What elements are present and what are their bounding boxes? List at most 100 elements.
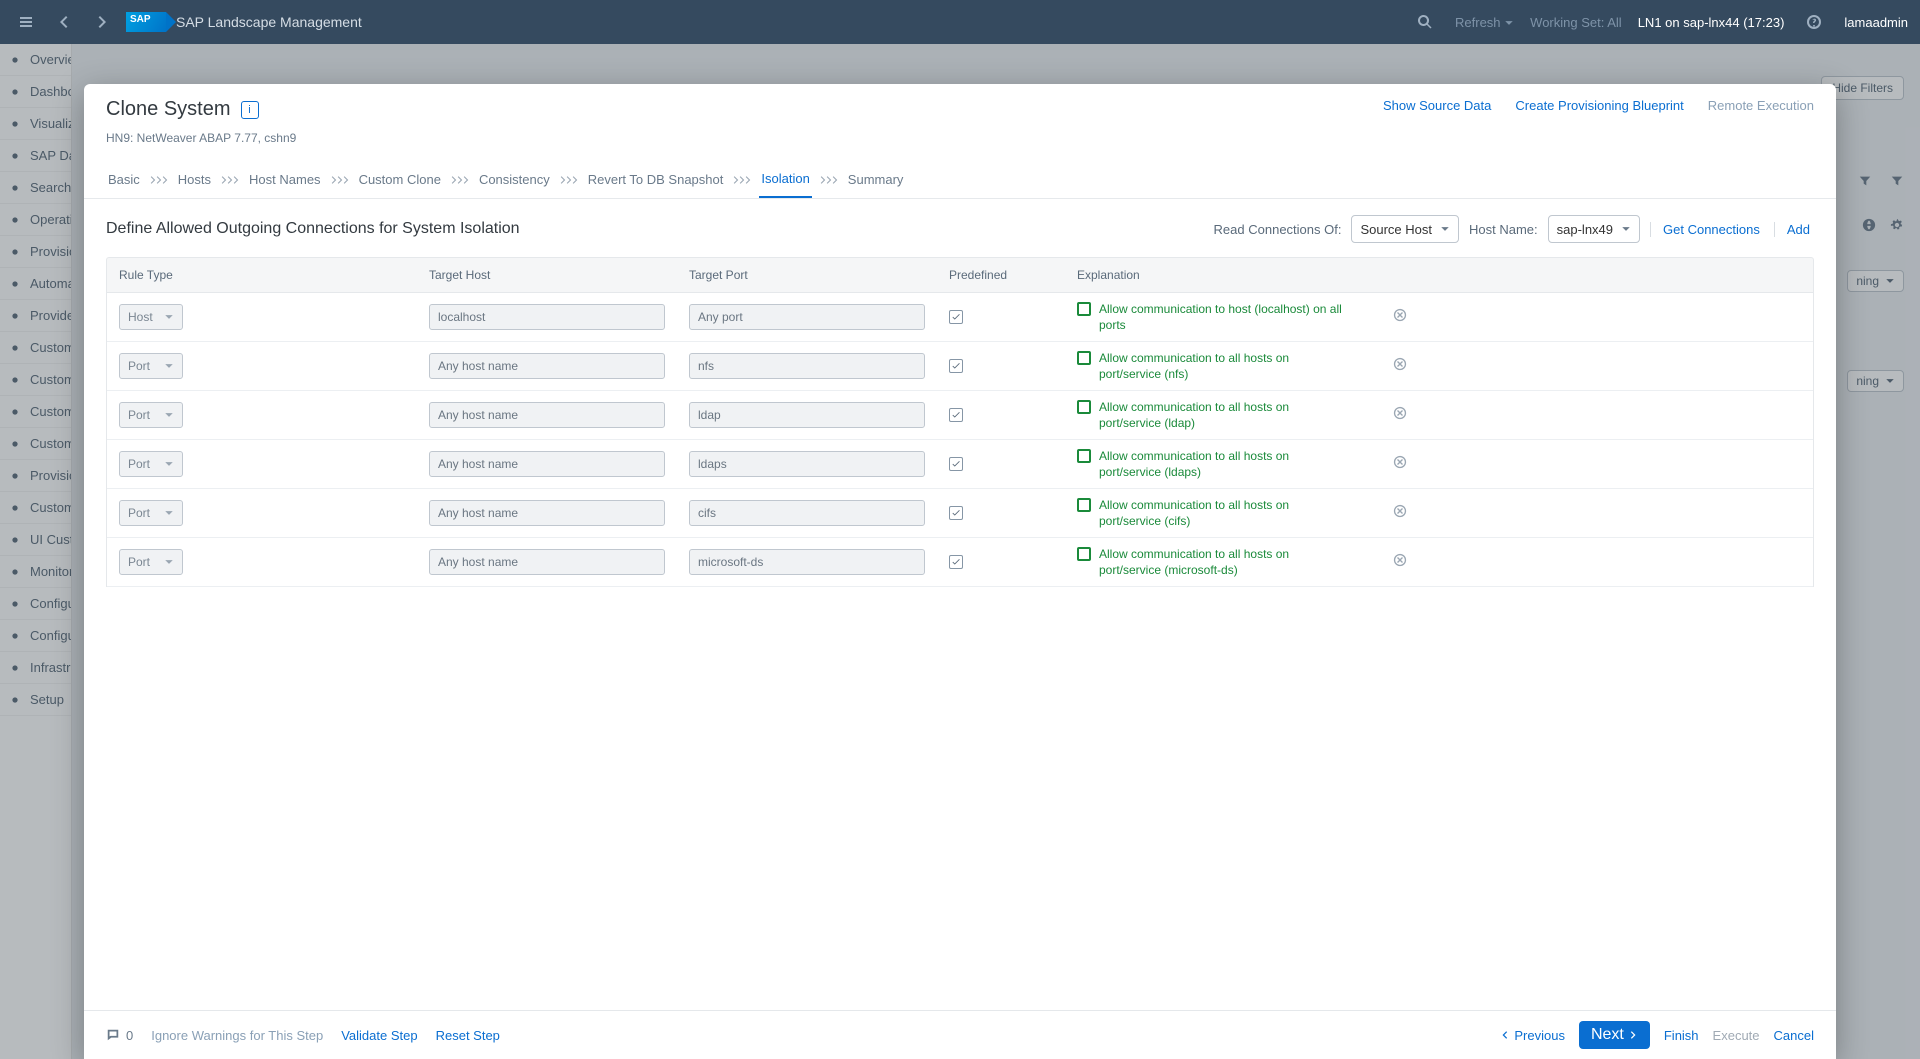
predefined-checkbox[interactable] — [949, 408, 963, 422]
wizard-step[interactable]: Custom Clone — [357, 166, 443, 197]
menu-icon[interactable] — [12, 8, 40, 36]
table-row: Port Allow communication to all hosts on… — [107, 489, 1813, 538]
app-title: SAP Landscape Management — [176, 14, 362, 30]
delete-row-icon[interactable] — [1393, 406, 1407, 425]
allow-icon — [1077, 498, 1091, 512]
target-host-input[interactable] — [429, 353, 665, 379]
wizard-step[interactable]: Summary — [846, 166, 906, 197]
messages-count[interactable]: 0 — [106, 1028, 133, 1043]
explanation-text: Allow communication to all hosts on port… — [1077, 497, 1353, 529]
allow-icon — [1077, 547, 1091, 561]
nav-forward-icon[interactable] — [88, 8, 116, 36]
help-icon[interactable] — [1800, 8, 1828, 36]
explanation-text: Allow communication to all hosts on port… — [1077, 546, 1353, 578]
target-port-input[interactable] — [689, 549, 925, 575]
search-icon[interactable] — [1411, 8, 1439, 36]
read-connections-label: Read Connections Of: — [1214, 222, 1342, 237]
table-row: Host Allow communication to host (localh… — [107, 293, 1813, 342]
chevron-right-icon — [731, 173, 753, 191]
col-rule-type: Rule Type — [107, 258, 417, 292]
wizard-step[interactable]: Consistency — [477, 166, 552, 197]
allow-icon — [1077, 400, 1091, 414]
wizard-step[interactable]: Revert To DB Snapshot — [586, 166, 726, 197]
delete-row-icon[interactable] — [1393, 455, 1407, 474]
allow-icon — [1077, 302, 1091, 316]
chevron-right-icon — [818, 173, 840, 191]
table-row: Port Allow communication to all hosts on… — [107, 391, 1813, 440]
rule-type-select[interactable]: Port — [119, 549, 183, 575]
chevron-right-icon — [449, 173, 471, 191]
chevron-right-icon — [558, 173, 580, 191]
show-source-data-link[interactable]: Show Source Data — [1383, 98, 1491, 113]
get-connections-button[interactable]: Get Connections — [1650, 222, 1764, 237]
wizard-step[interactable]: Basic — [106, 166, 142, 197]
chevron-right-icon — [148, 173, 170, 191]
table-row: Port Allow communication to all hosts on… — [107, 538, 1813, 587]
rule-type-select[interactable]: Port — [119, 353, 183, 379]
nav-back-icon[interactable] — [50, 8, 78, 36]
rule-type-select[interactable]: Host — [119, 304, 183, 330]
refresh-button[interactable]: Refresh — [1455, 15, 1514, 30]
rule-type-select[interactable]: Port — [119, 451, 183, 477]
allow-icon — [1077, 449, 1091, 463]
add-button[interactable]: Add — [1774, 222, 1814, 237]
explanation-text: Allow communication to all hosts on port… — [1077, 350, 1353, 382]
section-title: Define Allowed Outgoing Connections for … — [106, 220, 520, 238]
shell-header: SAP SAP Landscape Management Refresh Wor… — [0, 0, 1920, 44]
sap-logo: SAP — [126, 12, 166, 32]
target-port-input[interactable] — [689, 500, 925, 526]
execute-button[interactable]: Execute — [1713, 1028, 1760, 1043]
finish-button[interactable]: Finish — [1664, 1028, 1699, 1043]
col-predefined: Predefined — [937, 258, 1065, 292]
target-port-input[interactable] — [689, 451, 925, 477]
next-button[interactable]: Next — [1579, 1021, 1650, 1049]
rule-type-select[interactable]: Port — [119, 402, 183, 428]
host-name-select[interactable]: sap-lnx49 — [1548, 215, 1640, 243]
target-host-input[interactable] — [429, 549, 665, 575]
predefined-checkbox[interactable] — [949, 359, 963, 373]
explanation-text: Allow communication to all hosts on port… — [1077, 448, 1353, 480]
target-port-input[interactable] — [689, 402, 925, 428]
clone-system-dialog: Clone System i Show Source Data Create P… — [84, 84, 1836, 1059]
col-explanation: Explanation — [1065, 258, 1365, 292]
table-header: Rule Type Target Host Target Port Predef… — [106, 257, 1814, 293]
cancel-button[interactable]: Cancel — [1774, 1028, 1814, 1043]
chevron-right-icon — [219, 173, 241, 191]
reset-step-link[interactable]: Reset Step — [436, 1028, 500, 1043]
dialog-subtitle: HN9: NetWeaver ABAP 7.77, cshn9 — [106, 131, 1814, 145]
dialog-footer: 0 Ignore Warnings for This Step Validate… — [84, 1010, 1836, 1059]
delete-row-icon[interactable] — [1393, 357, 1407, 376]
target-host-input[interactable] — [429, 500, 665, 526]
wizard-step[interactable]: Isolation — [759, 165, 811, 198]
table-row: Port Allow communication to all hosts on… — [107, 342, 1813, 391]
target-host-input[interactable] — [429, 304, 665, 330]
target-host-input[interactable] — [429, 402, 665, 428]
remote-execution-link[interactable]: Remote Execution — [1708, 98, 1814, 113]
target-host-input[interactable] — [429, 451, 665, 477]
table-row: Port Allow communication to all hosts on… — [107, 440, 1813, 489]
target-port-input[interactable] — [689, 304, 925, 330]
delete-row-icon[interactable] — [1393, 504, 1407, 523]
working-set-label[interactable]: Working Set: All — [1530, 15, 1622, 30]
predefined-checkbox[interactable] — [949, 457, 963, 471]
validate-step-link[interactable]: Validate Step — [341, 1028, 417, 1043]
user-name[interactable]: lamaadmin — [1844, 15, 1908, 30]
previous-button[interactable]: Previous — [1500, 1028, 1565, 1043]
predefined-checkbox[interactable] — [949, 506, 963, 520]
wizard-step[interactable]: Host Names — [247, 166, 323, 197]
predefined-checkbox[interactable] — [949, 555, 963, 569]
delete-row-icon[interactable] — [1393, 308, 1407, 327]
target-port-input[interactable] — [689, 353, 925, 379]
ignore-warnings-link[interactable]: Ignore Warnings for This Step — [151, 1028, 323, 1043]
create-blueprint-link[interactable]: Create Provisioning Blueprint — [1515, 98, 1683, 113]
chevron-right-icon — [329, 173, 351, 191]
rule-type-select[interactable]: Port — [119, 500, 183, 526]
wizard-step[interactable]: Hosts — [176, 166, 213, 197]
dialog-title: Clone System — [106, 98, 231, 121]
predefined-checkbox[interactable] — [949, 310, 963, 324]
info-icon[interactable]: i — [241, 101, 259, 119]
host-name-label: Host Name: — [1469, 222, 1538, 237]
col-target-port: Target Port — [677, 258, 937, 292]
read-connections-select[interactable]: Source Host — [1351, 215, 1459, 243]
delete-row-icon[interactable] — [1393, 553, 1407, 572]
